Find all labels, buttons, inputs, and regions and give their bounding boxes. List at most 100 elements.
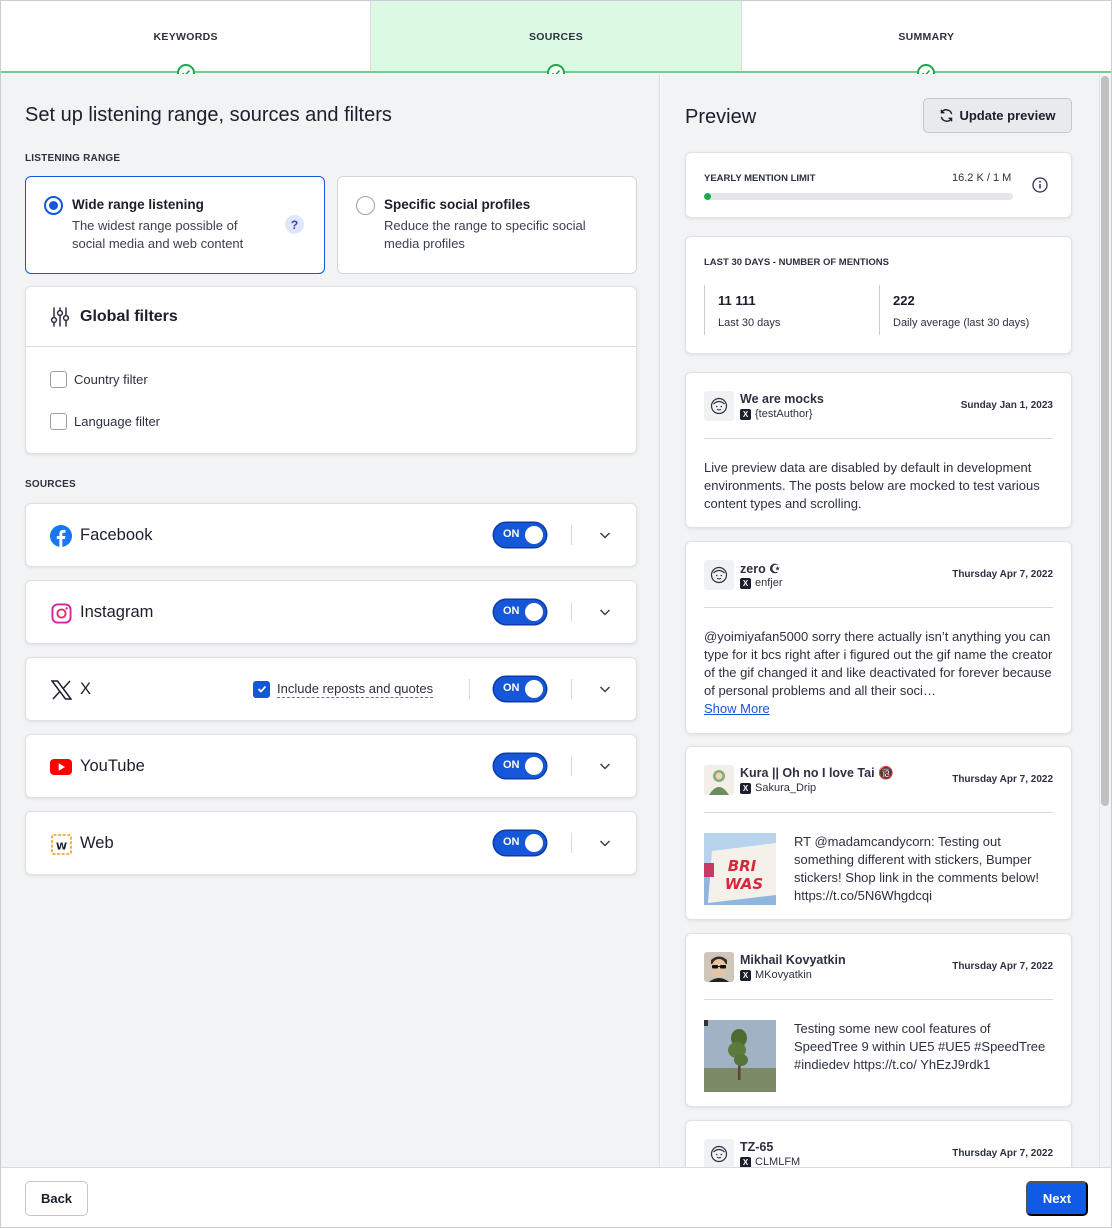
divider (571, 602, 572, 622)
mentions-total: 11 111 Last 30 days (704, 285, 879, 335)
mentions-title: LAST 30 DAYS - NUMBER OF MENTIONS (704, 257, 889, 268)
toggle-knob (525, 603, 543, 621)
toggle-knob (525, 834, 543, 852)
wizard-stepper: KEYWORDS SOURCES SUMMARY (1, 1, 1111, 82)
country-filter-row[interactable]: Country filter (50, 371, 636, 388)
source-toggle[interactable]: ON (494, 600, 546, 624)
svg-text:W: W (55, 841, 66, 852)
post-author: TZ-65 (740, 1140, 774, 1154)
post-handle: X CLMLFM (740, 1156, 800, 1167)
global-filters-header: Global filters (26, 287, 636, 347)
chevron-down-icon[interactable] (598, 682, 612, 696)
step-sources[interactable]: SOURCES (371, 1, 742, 82)
mentions-total-value: 11 111 (718, 293, 756, 308)
source-toggle[interactable]: ON (494, 677, 546, 701)
post-date: Thursday Apr 7, 2022 (952, 961, 1053, 972)
post-card[interactable]: zero ☪︎ Xenfjer Thursday Apr 7, 2022 @yo… (685, 541, 1072, 734)
step-keywords[interactable]: KEYWORDS (1, 1, 372, 82)
yearly-limit-label: YEARLY MENTION LIMIT (704, 173, 816, 184)
show-more-link[interactable]: Show More (704, 701, 770, 716)
specific-profiles-radio[interactable] (356, 196, 375, 215)
post-image[interactable]: BRI WAS (704, 833, 776, 905)
divider (469, 679, 470, 699)
country-filter-checkbox[interactable] (50, 371, 67, 388)
source-name: Web (80, 833, 114, 852)
source-toggle[interactable]: ON (494, 523, 546, 547)
global-filters-card: Global filters Country filter Language f… (25, 286, 637, 454)
chevron-down-icon[interactable] (598, 759, 612, 773)
post-header: Mikhail Kovyatkin X MKovyatkin Thursday A… (704, 934, 1053, 1000)
x-badge-icon: X (740, 782, 751, 794)
page-title: Set up listening range, sources and filt… (25, 104, 392, 126)
toggle-label: ON (503, 605, 520, 617)
post-handle-text: Sakura_Drip (755, 782, 817, 794)
include-reposts-option[interactable]: Include reposts and quotes (253, 680, 434, 698)
source-name: YouTube (80, 756, 145, 775)
chevron-down-icon[interactable] (598, 605, 612, 619)
x-badge-icon: X (740, 1156, 751, 1167)
toggle-label: ON (503, 682, 520, 694)
yearly-limit-bar (704, 193, 1013, 200)
source-instagram: Instagram ON (25, 580, 637, 644)
wide-range-option[interactable]: Wide range listening The widest range po… (25, 176, 325, 274)
divider (571, 679, 572, 699)
source-youtube: YouTube ON (25, 734, 637, 798)
sliders-icon (50, 306, 70, 327)
specific-profiles-option[interactable]: Specific social profiles Reduce the rang… (337, 176, 637, 274)
x-badge-icon: X (740, 577, 751, 589)
language-filter-label: Language filter (74, 414, 161, 429)
step-summary[interactable]: SUMMARY (742, 1, 1111, 82)
source-name: Facebook (80, 525, 153, 544)
wide-range-radio[interactable] (44, 196, 63, 215)
setup-panel: Set up listening range, sources and filt… (1, 74, 660, 1167)
help-icon[interactable]: ? (285, 215, 304, 234)
post-handle: Xenfjer (740, 577, 783, 589)
global-filters-title: Global filters (80, 307, 178, 325)
source-toggle[interactable]: ON (494, 754, 546, 778)
mentions-card: LAST 30 DAYS - NUMBER OF MENTIONS 11 111… (685, 236, 1072, 354)
toggle-label: ON (503, 528, 520, 540)
post-card[interactable]: TZ-65 X CLMLFM Thursday Apr 7, 2022 (685, 1120, 1072, 1167)
post-handle: X {testAuthor} (740, 408, 813, 420)
source-facebook: Facebook ON (25, 503, 637, 567)
divider (571, 833, 572, 853)
post-card[interactable]: Kura || Oh no I love Tai 🔞 X Sakura_Drip … (685, 746, 1072, 920)
divider (571, 525, 572, 545)
post-date: Thursday Apr 7, 2022 (952, 774, 1053, 785)
update-preview-button[interactable]: Update preview (923, 98, 1072, 133)
post-handle-text: MKovyatkin (755, 969, 812, 981)
post-card[interactable]: Mikhail Kovyatkin X MKovyatkin Thursday A… (685, 933, 1072, 1107)
post-handle: X MKovyatkin (740, 969, 812, 981)
divider (571, 756, 572, 776)
post-author: zero ☪︎ (740, 562, 781, 576)
specific-profiles-title: Specific social profiles (384, 197, 531, 212)
include-reposts-checkbox[interactable] (253, 680, 270, 698)
source-toggle[interactable]: ON (494, 831, 546, 855)
preview-scrollbar-thumb[interactable] (1101, 76, 1109, 806)
source-web: W Web ON (25, 811, 637, 875)
preview-panel: Preview Update preview YEARLY MENTION LI… (661, 74, 1111, 1167)
mentions-total-label: Last 30 days (718, 317, 781, 329)
toggle-label: ON (503, 759, 520, 771)
next-button[interactable]: Next (1026, 1181, 1088, 1216)
preview-scrollbar[interactable] (1099, 74, 1111, 1167)
chevron-down-icon[interactable] (598, 528, 612, 542)
language-filter-row[interactable]: Language filter (50, 413, 636, 430)
specific-profiles-desc: Reduce the range to specific social medi… (384, 218, 586, 251)
wide-range-desc: The widest range possible of social medi… (72, 218, 244, 251)
post-image[interactable] (704, 1020, 776, 1092)
post-author: We are mocks (740, 392, 824, 406)
avatar (704, 1139, 734, 1167)
info-icon[interactable] (1032, 177, 1048, 193)
chevron-down-icon[interactable] (598, 836, 612, 850)
country-filter-label: Country filter (74, 372, 148, 387)
post-handle-text: CLMLFM (755, 1156, 801, 1167)
post-author: Mikhail Kovyatkin (740, 953, 846, 967)
post-author: Kura || Oh no I love Tai 🔞 (740, 766, 894, 780)
post-date: Thursday Apr 7, 2022 (952, 1148, 1053, 1159)
toggle-label: ON (503, 836, 520, 848)
language-filter-checkbox[interactable] (50, 413, 67, 430)
source-name: Instagram (80, 602, 154, 621)
back-button[interactable]: Back (25, 1181, 88, 1216)
post-card[interactable]: We are mocks X {testAuthor} Sunday Jan 1,… (685, 372, 1072, 528)
